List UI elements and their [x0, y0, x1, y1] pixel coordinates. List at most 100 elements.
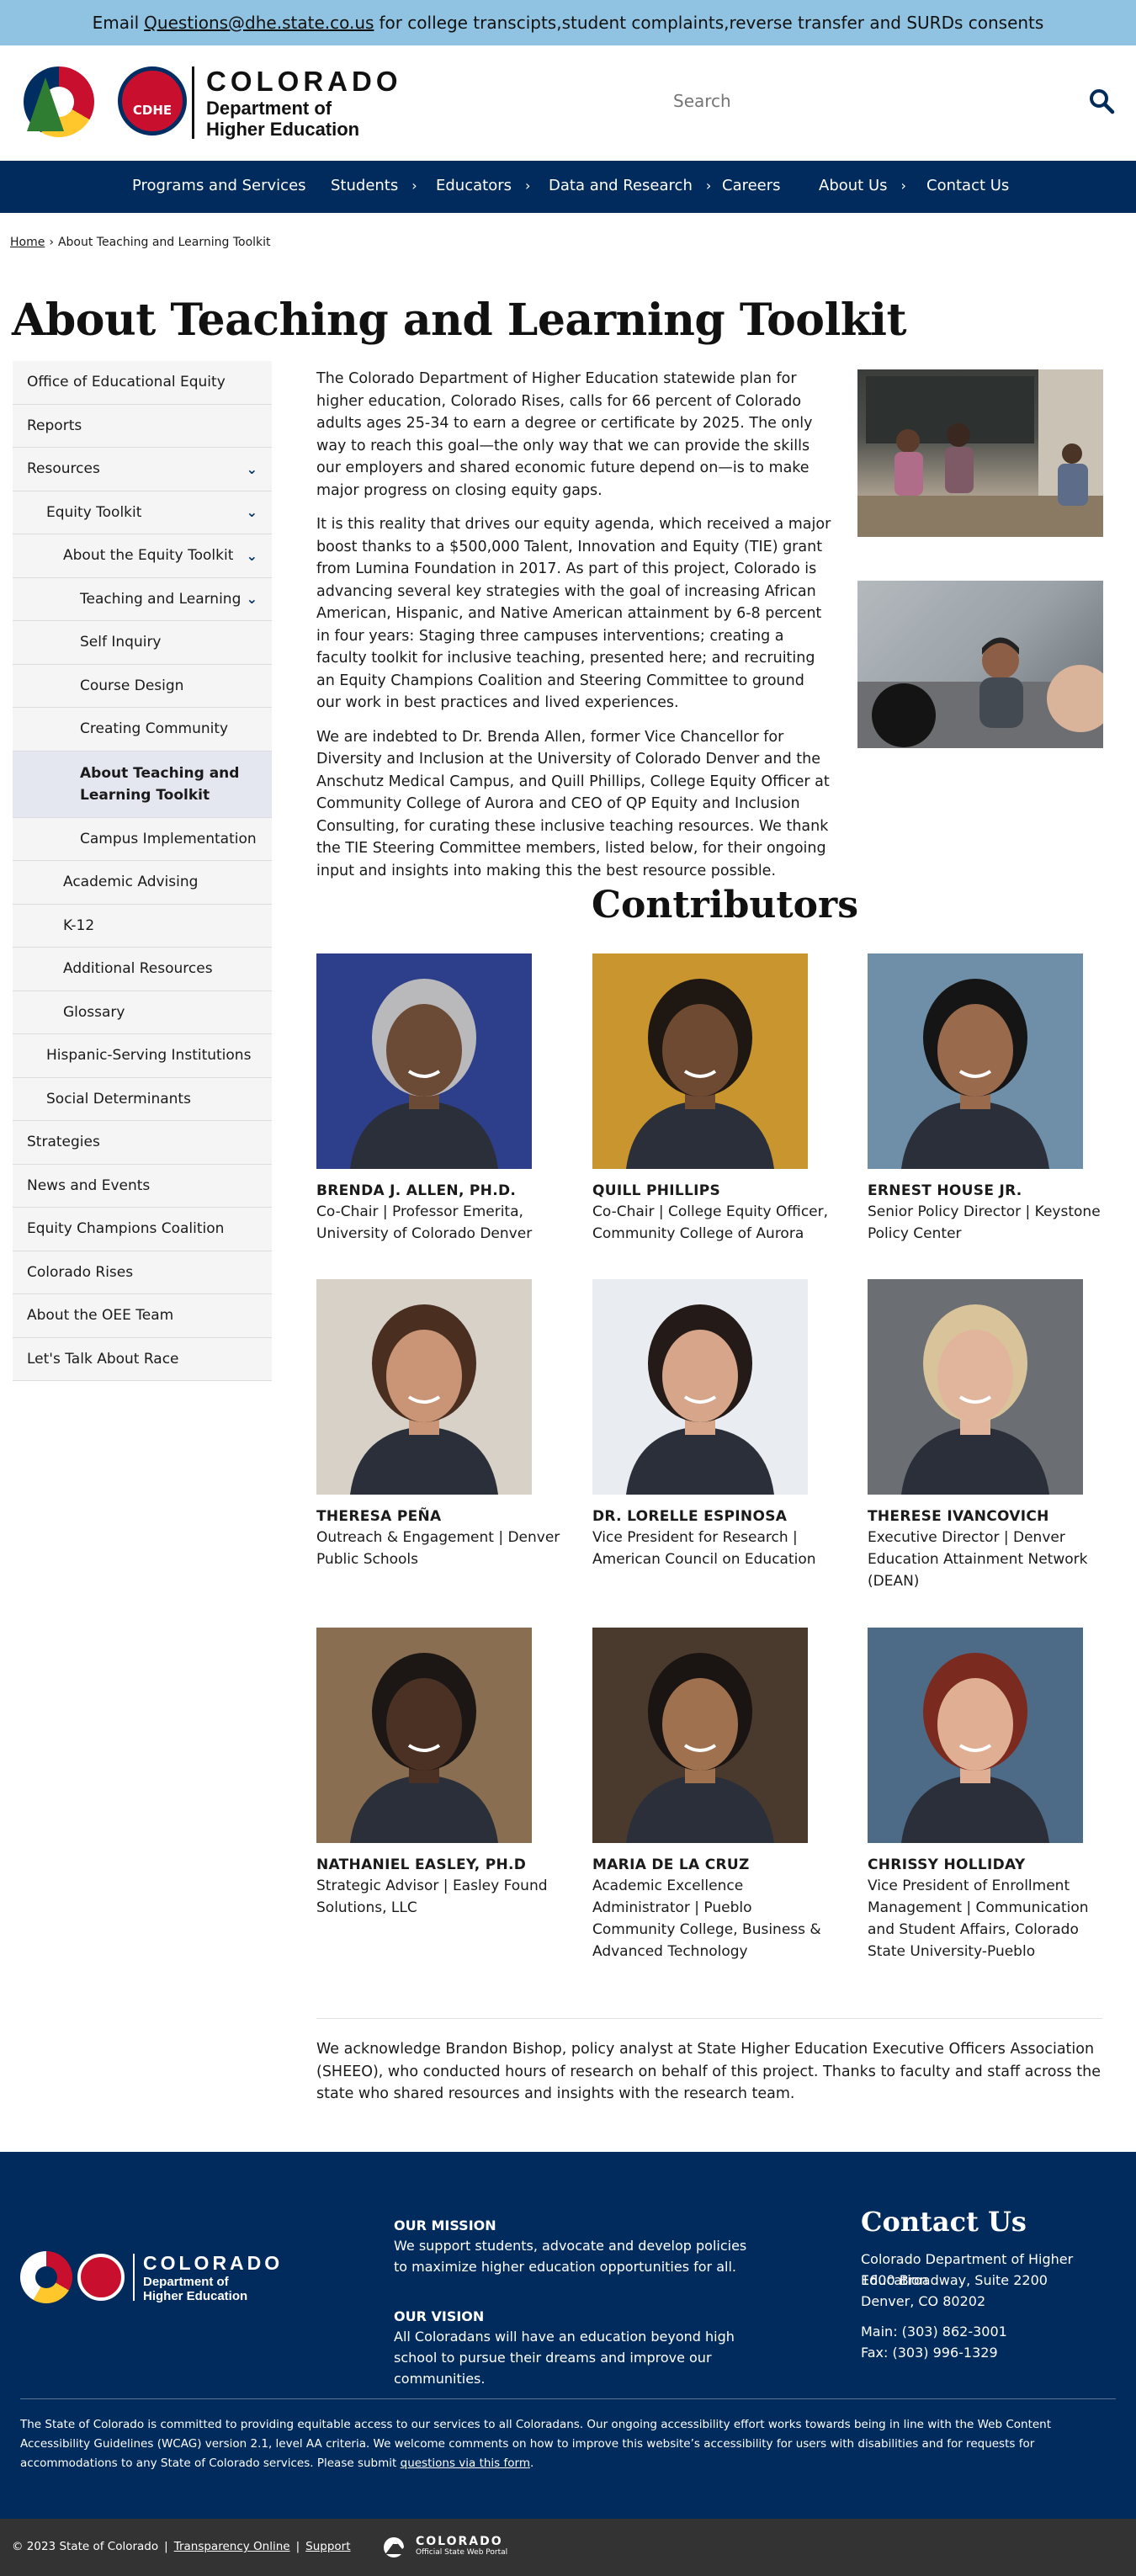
sidebar-item-let-s-talk-about-race[interactable]: Let's Talk About Race — [13, 1337, 272, 1381]
sidebar-item-label: Colorado Rises — [27, 1263, 134, 1281]
chevron-down-icon[interactable]: ⌄ — [247, 591, 257, 607]
contributors-heading: Contributors — [592, 884, 858, 927]
nav-item-students[interactable]: Students › — [331, 177, 417, 194]
breadcrumb-separator-icon: › — [49, 236, 54, 249]
students-photo — [857, 581, 1103, 748]
footer-logo[interactable]: COLORADO Department of Higher Education — [20, 2251, 283, 2303]
mission-heading: OUR MISSION — [394, 2217, 496, 2233]
contributor-name: NATHANIEL EASLEY, PH.D — [316, 1856, 527, 1873]
breadcrumb-home-link[interactable]: Home — [10, 236, 45, 249]
sidebar-item-label: Self Inquiry — [80, 634, 162, 651]
state-portal-logo[interactable]: COLORADO Official State Web Portal — [382, 2532, 507, 2559]
sidebar-item-reports[interactable]: Reports — [13, 404, 272, 448]
chevron-down-icon[interactable]: ⌄ — [247, 548, 257, 564]
section-divider — [316, 2018, 1102, 2019]
intro-paragraph: It is this reality that drives our equit… — [316, 516, 831, 711]
sidebar-item-label: Teaching and Learning — [80, 590, 242, 608]
nav-item-label: Educators — [436, 177, 512, 194]
sidebar-item-resources[interactable]: Resources ⌄ — [13, 448, 272, 491]
intro-paragraph: We are indebted to Dr. Brenda Allen, for… — [316, 728, 830, 879]
contributor-card: THERESE IVANCOVICH Executive Director | D… — [868, 1279, 1112, 1592]
sidebar-item-about-the-oee-team[interactable]: About the OEE Team — [13, 1294, 272, 1338]
sidebar-item-equity-toolkit[interactable]: Equity Toolkit ⌄ — [13, 491, 272, 534]
contributor-photo — [868, 953, 1083, 1169]
support-link[interactable]: Support — [305, 2540, 350, 2553]
chevron-right-icon[interactable]: › — [706, 178, 711, 194]
sidebar-item-office-of-educational-equity[interactable]: Office of Educational Equity — [13, 361, 272, 405]
sidebar-item-academic-advising[interactable]: Academic Advising — [13, 861, 272, 905]
footer-divider — [20, 2398, 1116, 2399]
sidebar-item-campus-implementation[interactable]: Campus Implementation — [13, 817, 272, 861]
sidebar-item-label: About the Equity Toolkit — [63, 547, 234, 565]
alert-suffix: for college transcipts,student complaint… — [379, 13, 1044, 33]
nav-item-careers[interactable]: Careers — [722, 177, 781, 194]
accessibility-form-link[interactable]: questions via this form — [401, 2456, 530, 2470]
nav-item-data-and-research[interactable]: Data and Research › — [549, 177, 711, 194]
intro-text: The Colorado Department of Higher Educat… — [316, 368, 831, 894]
sidebar-item-hispanic-serving-institutions[interactable]: Hispanic-Serving Institutions — [13, 1034, 272, 1078]
sidebar-item-self-inquiry[interactable]: Self Inquiry — [13, 621, 272, 665]
nav-item-programs-and-services[interactable]: Programs and Services — [132, 177, 306, 194]
sidebar-item-about-the-equity-toolkit[interactable]: About the Equity Toolkit ⌄ — [13, 534, 272, 578]
alert-email-link[interactable]: Questions@dhe.state.co.us — [144, 13, 374, 33]
contributor-role: Strategic Advisor | Easley Found Solutio… — [316, 1878, 548, 1916]
nav-item-educators[interactable]: Educators › — [436, 177, 530, 194]
sidebar-item-k-12[interactable]: K-12 — [13, 904, 272, 948]
nav-item-label: Careers — [722, 177, 781, 194]
acknowledgement-text: We acknowledge Brandon Bishop, policy an… — [316, 2041, 1101, 2102]
sidebar-item-course-design[interactable]: Course Design — [13, 664, 272, 708]
nav-item-label: Data and Research — [549, 177, 693, 194]
sidebar-item-news-and-events[interactable]: News and Events — [13, 1164, 272, 1208]
accessibility-statement: The State of Colorado is committed to pr… — [20, 2418, 1052, 2470]
nav-item-about-us[interactable]: About Us › — [819, 177, 906, 194]
footer-logo-divider — [133, 2254, 135, 2301]
contributor-card: MARIA DE LA CRUZ Academic Excellence Admi… — [592, 1628, 836, 1963]
chevron-right-icon[interactable]: › — [901, 178, 906, 194]
sidebar-item-teaching-and-learning[interactable]: Teaching and Learning ⌄ — [13, 577, 272, 621]
sidebar-item-creating-community[interactable]: Creating Community — [13, 708, 272, 752]
accessibility-text: The State of Colorado is committed to pr… — [20, 2418, 1052, 2470]
chevron-right-icon[interactable]: › — [411, 178, 417, 194]
sidebar-item-label: Equity Champions Coalition — [27, 1220, 225, 1238]
sidebar-item-label: Glossary — [63, 1003, 125, 1021]
bottom-bar: © 2023 State of Colorado | Transparency On… — [0, 2519, 1136, 2576]
alert-bar: Email Questions@dhe.state.co.us for coll… — [0, 0, 1136, 45]
logo-text: COLORADO Department of Higher Education — [206, 66, 402, 140]
sidebar-item-label: Office of Educational Equity — [27, 374, 226, 391]
footer-logo-text: COLORADO Department of Higher Education — [143, 2252, 283, 2303]
sidebar-item-label: Let's Talk About Race — [27, 1350, 179, 1368]
contributor-role: Co-Chair | Professor Emerita, University… — [316, 1203, 533, 1242]
sidebar-item-about-teaching-and-learning-toolkit[interactable]: About Teaching and Learning Toolkit — [13, 751, 272, 818]
chevron-down-icon[interactable]: ⌄ — [247, 461, 257, 477]
chevron-right-icon[interactable]: › — [525, 178, 530, 194]
logo-divider — [192, 66, 194, 139]
cdhe-logo[interactable]: CDHE COLORADO Department of Higher Educa… — [24, 62, 402, 143]
logo-o-shape: CDHE — [118, 66, 187, 135]
site-footer: COLORADO Department of Higher Education … — [0, 2152, 1136, 2519]
nav-item-label: Contact Us — [926, 177, 1010, 194]
sidebar-item-equity-champions-coalition[interactable]: Equity Champions Coalition — [13, 1208, 272, 1251]
contributor-card: QUILL PHILLIPS Co-Chair | College Equity … — [592, 953, 836, 1245]
vision-heading: OUR VISION — [394, 2308, 485, 2324]
contributor-role: Senior Policy Director | Keystone Policy… — [868, 1203, 1101, 1242]
sidebar-item-glossary[interactable]: Glossary — [13, 991, 272, 1034]
chevron-down-icon[interactable]: ⌄ — [247, 504, 257, 520]
sidebar-item-label: K-12 — [63, 916, 95, 934]
classroom-photo — [857, 369, 1103, 537]
sidebar-item-label: News and Events — [27, 1176, 151, 1194]
search-icon[interactable] — [1088, 88, 1115, 114]
transparency-link[interactable]: Transparency Online — [174, 2540, 290, 2553]
contributor-card: DR. LORELLE ESPINOSA Vice President for R… — [592, 1279, 836, 1570]
contributor-name: THERESA PEÑA — [316, 1508, 442, 1525]
sidebar-item-strategies[interactable]: Strategies — [13, 1121, 272, 1165]
sidebar-item-social-determinants[interactable]: Social Determinants — [13, 1077, 272, 1121]
sidebar-item-additional-resources[interactable]: Additional Resources — [13, 948, 272, 991]
contributor-name: CHRISSY HOLLIDAY — [868, 1856, 1026, 1873]
contact-main-phone[interactable]: Main: (303) 862-3001 — [861, 2321, 1007, 2342]
sidebar-item-colorado-rises[interactable]: Colorado Rises — [13, 1251, 272, 1294]
portal-line-1: COLORADO — [416, 2535, 503, 2548]
contributor-photo — [868, 1279, 1083, 1495]
search-input[interactable] — [673, 84, 1060, 118]
sidebar-item-label: Hispanic-Serving Institutions — [46, 1047, 252, 1065]
nav-item-contact-us[interactable]: Contact Us — [926, 177, 1009, 194]
